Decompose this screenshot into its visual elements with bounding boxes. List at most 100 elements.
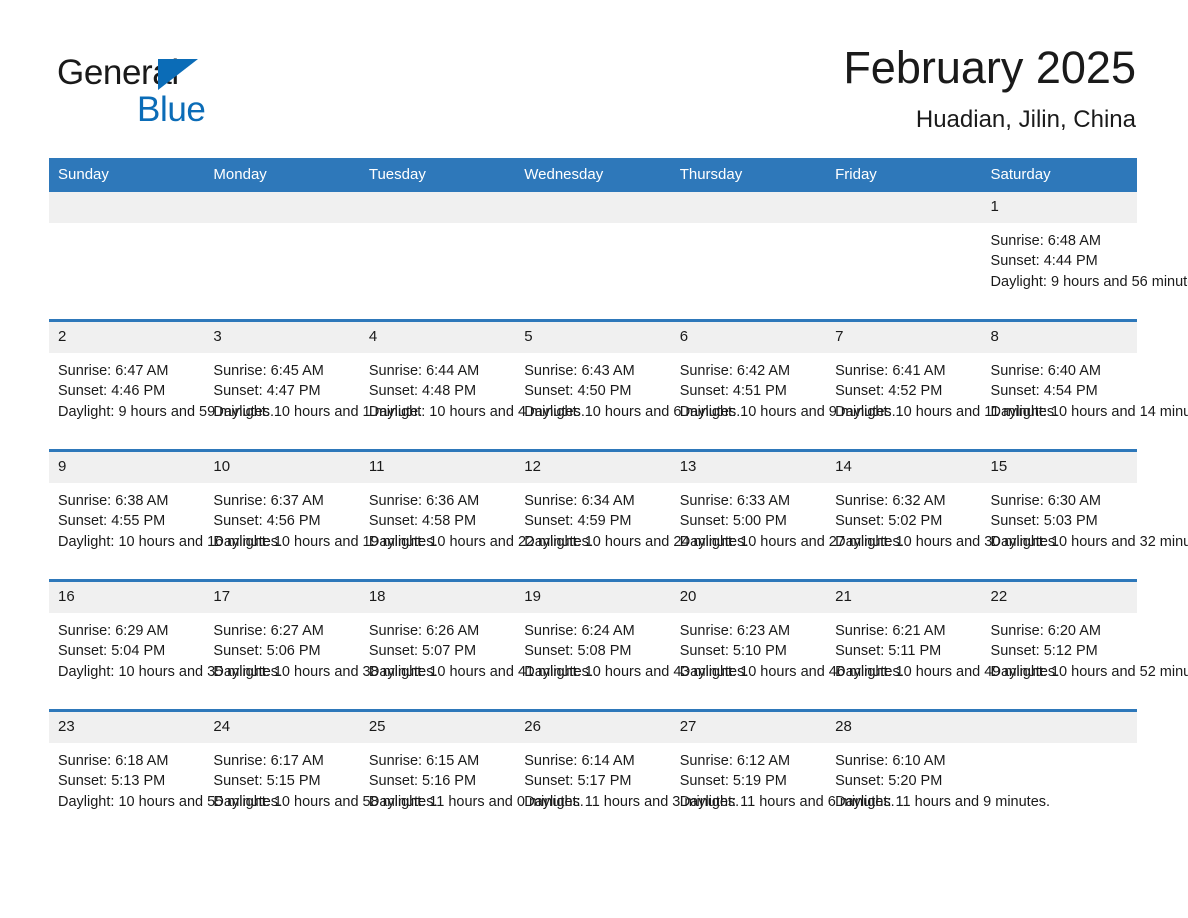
day-details: Sunrise: 6:15 AM Sunset: 5:16 PM Dayligh… [360,743,584,839]
day-number: 3 [204,322,360,353]
day-cell[interactable]: 12 Sunrise: 6:34 AM Sunset: 4:59 PM Dayl… [515,449,749,581]
day-details [982,743,1137,839]
day-cell[interactable]: 15 Sunrise: 6:30 AM Sunset: 5:03 PM Dayl… [981,449,1188,581]
day-details: Sunrise: 6:32 AM Sunset: 5:02 PM Dayligh… [826,483,1059,579]
sunset-text: Sunset: 5:03 PM [990,513,1098,530]
day-cell[interactable]: 25 Sunrise: 6:15 AM Sunset: 5:16 PM Dayl… [359,709,584,839]
day-cell[interactable]: 19 Sunrise: 6:24 AM Sunset: 5:08 PM Dayl… [515,579,749,711]
calendar-week-row: 2 Sunrise: 6:47 AM Sunset: 4:46 PM Dayli… [49,319,1188,451]
daylight-text: Daylight: 10 hours and 46 minutes. [679,663,904,680]
day-cell[interactable]: 1 Sunrise: 6:48 AM Sunset: 4:44 PM Dayli… [981,192,1188,321]
sunrise-text: Sunrise: 6:47 AM [58,363,169,379]
daylight-text: Daylight: 10 hours and 43 minutes. [524,663,749,680]
day-cell[interactable]: 26 Sunrise: 6:14 AM Sunset: 5:17 PM Dayl… [515,709,739,839]
day-cell[interactable]: 21 Sunrise: 6:21 AM Sunset: 5:11 PM Dayl… [826,579,1059,711]
day-cell[interactable]: 7 Sunrise: 6:41 AM Sunset: 4:52 PM Dayli… [826,319,1059,451]
daylight-text: Daylight: 10 hours and 1 minute. [213,403,423,420]
sunset-text: Sunset: 4:46 PM [58,383,166,400]
day-details: Sunrise: 6:26 AM Sunset: 5:07 PM Dayligh… [360,613,593,709]
day-cell [670,192,827,321]
sunset-text: Sunset: 4:44 PM [990,253,1098,270]
daylight-text: Daylight: 10 hours and 11 minutes. [835,403,1059,420]
day-cell [981,709,1137,839]
day-cell[interactable]: 23 Sunrise: 6:18 AM Sunset: 5:13 PM Dayl… [49,709,282,839]
daylight-text: Daylight: 10 hours and 9 minutes. [679,403,896,420]
day-cell[interactable]: 20 Sunrise: 6:23 AM Sunset: 5:10 PM Dayl… [670,579,904,711]
day-cell[interactable]: 22 Sunrise: 6:20 AM Sunset: 5:12 PM Dayl… [981,579,1188,711]
daylight-text: Daylight: 10 hours and 19 minutes. [213,533,438,550]
daylight-text: Daylight: 9 hours and 56 minutes. [990,273,1188,290]
weekday-header-friday: Friday [826,158,982,192]
day-number: 24 [204,712,360,743]
day-details: Sunrise: 6:33 AM Sunset: 5:00 PM Dayligh… [671,483,904,579]
weekday-header-monday: Monday [204,158,360,192]
day-cell[interactable]: 18 Sunrise: 6:26 AM Sunset: 5:07 PM Dayl… [359,579,593,711]
day-details: Sunrise: 6:27 AM Sunset: 5:06 PM Dayligh… [204,613,437,709]
day-number: 17 [204,582,360,613]
day-details: Sunrise: 6:44 AM Sunset: 4:48 PM Dayligh… [360,353,585,449]
day-cell[interactable]: 8 Sunrise: 6:40 AM Sunset: 4:54 PM Dayli… [981,319,1188,451]
page-title: February 2025 [843,42,1136,93]
day-number: 18 [359,582,516,613]
day-cell[interactable]: 4 Sunrise: 6:44 AM Sunset: 4:48 PM Dayli… [359,319,585,451]
day-details: Sunrise: 6:18 AM Sunset: 5:13 PM Dayligh… [49,743,282,839]
calendar-header-row-group: Sunday Monday Tuesday Wednesday Thursday… [49,158,1137,192]
sunrise-text: Sunrise: 6:44 AM [368,363,480,379]
day-cell[interactable]: 14 Sunrise: 6:32 AM Sunset: 5:02 PM Dayl… [826,449,1059,581]
day-details: Sunrise: 6:36 AM Sunset: 4:58 PM Dayligh… [360,483,593,579]
day-details: Sunrise: 6:10 AM Sunset: 5:20 PM Dayligh… [826,743,1050,839]
sunset-text: Sunset: 4:48 PM [368,383,477,400]
day-number [826,192,982,223]
title-block: February 2025 Huadian, Jilin, China [436,40,1136,136]
day-cell[interactable]: 17 Sunrise: 6:27 AM Sunset: 5:06 PM Dayl… [204,579,438,711]
sunrise-text: Sunrise: 6:14 AM [524,753,635,769]
calendar-week-row: 1 Sunrise: 6:48 AM Sunset: 4:44 PM Dayli… [49,192,1188,321]
sunrise-text: Sunrise: 6:40 AM [990,363,1101,379]
sunset-text: Sunset: 4:58 PM [368,513,477,530]
daylight-text: Daylight: 10 hours and 24 minutes. [524,533,749,550]
general-blue-logo[interactable]: General Blue [57,54,317,142]
sunrise-text: Sunrise: 6:48 AM [990,233,1101,249]
day-number: 1 [981,192,1137,223]
day-cell[interactable]: 13 Sunrise: 6:33 AM Sunset: 5:00 PM Dayl… [670,449,904,581]
sunrise-text: Sunrise: 6:21 AM [835,623,946,639]
day-number: 23 [49,712,205,743]
daylight-text: Daylight: 10 hours and 52 minutes. [990,663,1188,680]
day-cell [515,192,671,321]
day-number [670,192,827,223]
sunset-text: Sunset: 5:16 PM [368,773,477,790]
weekday-header-wednesday: Wednesday [515,158,671,192]
page-header: General Blue February 2025 Huadian, Jili… [49,40,1136,150]
sunset-text: Sunset: 5:20 PM [835,773,943,790]
day-cell[interactable]: 28 Sunrise: 6:10 AM Sunset: 5:20 PM Dayl… [826,709,1050,839]
day-number [359,192,516,223]
day-cell[interactable]: 2 Sunrise: 6:47 AM Sunset: 4:46 PM Dayli… [49,319,275,451]
day-number: 27 [670,712,827,743]
day-details: Sunrise: 6:42 AM Sunset: 4:51 PM Dayligh… [671,353,896,449]
weekday-header-sunday: Sunday [49,158,205,192]
day-cell[interactable]: 3 Sunrise: 6:45 AM Sunset: 4:47 PM Dayli… [204,319,423,451]
weekday-header-tuesday: Tuesday [359,158,516,192]
day-number: 13 [670,452,827,483]
day-cell[interactable]: 5 Sunrise: 6:43 AM Sunset: 4:50 PM Dayli… [515,319,740,451]
sunrise-text: Sunrise: 6:24 AM [524,623,635,639]
day-number: 2 [49,322,205,353]
day-number [981,712,1137,743]
day-cell[interactable]: 11 Sunrise: 6:36 AM Sunset: 4:58 PM Dayl… [359,449,593,581]
day-cell[interactable]: 9 Sunrise: 6:38 AM Sunset: 4:55 PM Dayli… [49,449,282,581]
calendar-week-row: 23 Sunrise: 6:18 AM Sunset: 5:13 PM Dayl… [49,709,1137,839]
day-cell[interactable]: 10 Sunrise: 6:37 AM Sunset: 4:56 PM Dayl… [204,449,438,581]
day-details: Sunrise: 6:30 AM Sunset: 5:03 PM Dayligh… [982,483,1188,579]
daylight-text: Daylight: 9 hours and 59 minutes. [58,403,275,420]
day-number: 26 [515,712,671,743]
day-cell[interactable]: 24 Sunrise: 6:17 AM Sunset: 5:15 PM Dayl… [204,709,438,839]
day-number: 5 [515,322,671,353]
day-number: 11 [359,452,516,483]
day-cell[interactable]: 27 Sunrise: 6:12 AM Sunset: 5:19 PM Dayl… [670,709,895,839]
sunrise-text: Sunrise: 6:32 AM [835,493,946,509]
sunset-text: Sunset: 4:54 PM [990,383,1098,400]
sunrise-text: Sunrise: 6:38 AM [58,493,169,509]
sunset-text: Sunset: 5:12 PM [990,643,1098,660]
day-cell[interactable]: 6 Sunrise: 6:42 AM Sunset: 4:51 PM Dayli… [670,319,896,451]
day-cell[interactable]: 16 Sunrise: 6:29 AM Sunset: 5:04 PM Dayl… [49,579,282,711]
